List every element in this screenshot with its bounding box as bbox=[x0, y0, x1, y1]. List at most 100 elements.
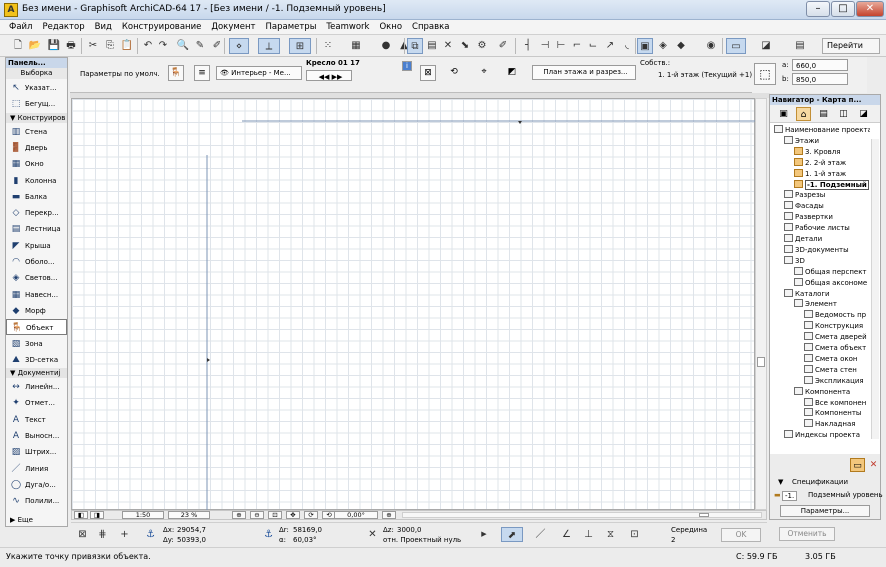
tool-stair[interactable]: ▤ Лестница bbox=[6, 221, 67, 237]
junction-icon[interactable]: ⊣ bbox=[537, 38, 553, 54]
snap-grid-icon[interactable]: ⊞ bbox=[289, 38, 311, 54]
menu-options[interactable]: Параметры bbox=[261, 20, 322, 34]
tool-column[interactable]: ▮ Колонна bbox=[6, 173, 67, 189]
next-view-icon[interactable]: ◨ bbox=[90, 511, 104, 519]
tree-item[interactable]: Наименование проекта bbox=[774, 125, 870, 136]
new-folder-icon[interactable]: ▭ bbox=[850, 458, 865, 472]
tree-item[interactable]: 3D-документы bbox=[784, 244, 849, 256]
tool-marquee[interactable]: ⬚ Бегущ... bbox=[6, 96, 67, 112]
previous-view-icon[interactable]: ◧ bbox=[74, 511, 88, 519]
tree-item[interactable]: Смета дверей bbox=[804, 332, 867, 343]
tree-item[interactable]: Детали bbox=[784, 234, 822, 245]
tool-shell[interactable]: ◠ Оболо... bbox=[6, 254, 67, 270]
tool-door[interactable]: 🚪 Дверь bbox=[6, 140, 67, 156]
guide-snap-icon[interactable]: ⬈ bbox=[501, 527, 523, 542]
goto-dropdown[interactable]: Перейти bbox=[822, 38, 880, 54]
view-3d-icon[interactable]: ▣ bbox=[637, 38, 653, 54]
tree-item[interactable]: Смета объект bbox=[804, 343, 866, 354]
grid-dots-icon[interactable]: ⁙ bbox=[320, 38, 336, 54]
navigator-scrollbar[interactable] bbox=[871, 139, 879, 439]
angle-field[interactable]: 0,00° bbox=[334, 511, 378, 519]
zoom-field[interactable]: 23 % bbox=[168, 511, 210, 519]
grid-snap-icon[interactable]: ⋕ bbox=[95, 527, 110, 542]
tree-item[interactable]: Фасады bbox=[784, 201, 824, 212]
publisher-icon[interactable]: ◫ bbox=[836, 107, 851, 121]
plan-section-dropdown[interactable]: План этажа и разрез... bbox=[532, 65, 636, 80]
tree-item[interactable]: Общая аксономе bbox=[794, 277, 867, 289]
delete-x-icon[interactable]: ✕ bbox=[440, 38, 456, 54]
trace-icon[interactable]: ⧉ bbox=[407, 38, 423, 54]
tree-item[interactable]: Компоненты bbox=[804, 408, 861, 419]
rotate-view-icon[interactable]: ⟳ bbox=[304, 511, 318, 519]
tree-item[interactable]: Рабочие листы bbox=[784, 223, 850, 234]
palette-icon[interactable]: ◆ bbox=[673, 38, 689, 54]
fit-window-icon[interactable]: ⊡ bbox=[268, 511, 282, 519]
reference-level[interactable]: отн. Проектный нуль bbox=[383, 536, 461, 544]
tool-slab[interactable]: ◇ Перекр... bbox=[6, 205, 67, 221]
layout-view-icon[interactable]: ▤ bbox=[792, 38, 808, 54]
dx-value[interactable]: 29054,7 bbox=[177, 526, 206, 534]
layer-icon[interactable]: ▦ bbox=[348, 38, 364, 54]
dz-value[interactable]: 3000,0 bbox=[397, 526, 422, 534]
polar-origin-icon[interactable]: ⚓ bbox=[261, 527, 276, 542]
drawing-canvas[interactable] bbox=[71, 98, 756, 511]
pen-color-icon[interactable]: ● bbox=[378, 38, 394, 54]
snap-toggle-icon[interactable]: ⊠ bbox=[75, 527, 90, 542]
maximize-button[interactable]: □ bbox=[831, 1, 855, 17]
layer-dropdown[interactable]: 👁 Интерьер - Ме... bbox=[216, 66, 302, 80]
relative-construction-icon[interactable]: + bbox=[117, 527, 132, 542]
menu-view[interactable]: Вид bbox=[90, 20, 117, 34]
perpendicular-icon[interactable]: ⊥ bbox=[581, 527, 596, 542]
snap-mode[interactable]: Середина bbox=[671, 526, 707, 534]
tool-arc[interactable]: ◯ Дуга/о... bbox=[6, 477, 67, 493]
trace-reference-icon[interactable]: ▤ bbox=[424, 38, 440, 54]
tree-item[interactable]: Каталоги bbox=[784, 288, 830, 300]
default-params-label[interactable]: Параметры по умолч. bbox=[80, 70, 160, 78]
menu-window[interactable]: Окно bbox=[374, 20, 407, 34]
tool-level-dimension[interactable]: ✦ Отмет... bbox=[6, 395, 67, 411]
cut-icon[interactable]: ✂ bbox=[85, 38, 101, 54]
magic-wand-icon[interactable]: ⋄ bbox=[229, 38, 249, 54]
layout-book-icon[interactable]: ▤ bbox=[816, 107, 831, 121]
tool-beam[interactable]: ▬ Балка bbox=[6, 189, 67, 205]
tool-arrow-pointer[interactable]: ↖ Указат... bbox=[6, 80, 67, 96]
special-snap-icon[interactable]: ⊡ bbox=[627, 527, 642, 542]
object-settings-icon[interactable]: 🪑 bbox=[168, 65, 184, 81]
tree-item[interactable]: Развертки bbox=[784, 212, 833, 223]
tool-dimension[interactable]: ↔ Линейн... bbox=[6, 379, 67, 395]
tree-item[interactable]: Компонента bbox=[794, 386, 850, 398]
dim-b-field[interactable]: 850,0 bbox=[792, 73, 848, 85]
line-tool-icon[interactable]: ／ bbox=[533, 527, 548, 542]
tool-wall[interactable]: ▥ Стена bbox=[6, 124, 67, 140]
tool-text[interactable]: A Текст bbox=[6, 412, 67, 428]
snap-divisions[interactable]: 2 bbox=[671, 536, 675, 544]
tree-item[interactable]: Элемент bbox=[794, 299, 837, 310]
tree-item[interactable]: Индексы проекта bbox=[784, 430, 860, 441]
save-icon[interactable]: 💾 bbox=[46, 38, 62, 54]
tree-item[interactable]: Экспликация bbox=[804, 375, 864, 387]
tree-item[interactable]: Смета стен bbox=[804, 364, 857, 376]
dy-value[interactable]: 50393,0 bbox=[177, 536, 206, 544]
new-file-icon[interactable]: 🗋 bbox=[10, 38, 26, 54]
tool-polyline[interactable]: ∿ Полили... bbox=[6, 493, 67, 509]
scale-field[interactable]: 1:50 bbox=[122, 511, 164, 519]
tool-label[interactable]: A Выносн... bbox=[6, 428, 67, 444]
hscroll-thumb[interactable] bbox=[699, 513, 709, 517]
elevation-icon[interactable]: ✕ bbox=[365, 527, 380, 542]
pick-up-icon[interactable]: ⬊ bbox=[457, 38, 473, 54]
collapse-triangle-icon[interactable]: ▼ bbox=[778, 478, 783, 486]
undo-icon[interactable]: ↶ bbox=[140, 38, 156, 54]
scroll-thumb[interactable] bbox=[757, 357, 765, 367]
fillet-icon[interactable]: ◟ bbox=[619, 38, 635, 54]
tool-line[interactable]: ／ Линия bbox=[6, 461, 67, 477]
tree-item[interactable]: Накладная bbox=[804, 419, 855, 430]
eyedropper-icon[interactable]: ✎ bbox=[192, 38, 208, 54]
dr-value[interactable]: 58169,0 bbox=[293, 526, 322, 534]
group-document[interactable]: ▼ Документиј bbox=[6, 368, 67, 379]
paste-icon[interactable]: 📋 bbox=[119, 38, 135, 54]
organizer-icon[interactable]: ◪ bbox=[856, 107, 871, 121]
menu-design[interactable]: Конструирование bbox=[117, 20, 207, 34]
find-select-icon[interactable]: 🔍 bbox=[175, 38, 191, 54]
tree-item[interactable]: 3D bbox=[784, 255, 805, 267]
mirror-icon[interactable]: ⊠ bbox=[420, 65, 436, 81]
